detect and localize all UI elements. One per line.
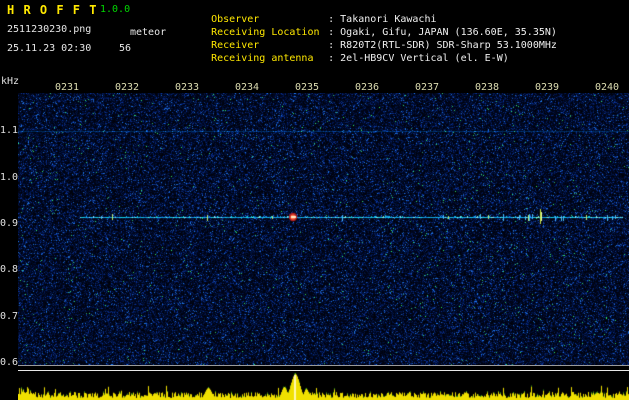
time-tick: 0239 [534,82,560,93]
freq-tick: 1.1 [0,125,19,136]
time-tick: 0234 [234,82,260,93]
app-version: 1.0.0 [100,4,131,15]
freq-axis-unit: kHz [1,76,20,87]
freq-tick: 1.0 [0,171,19,183]
hrofft-window: H R O F F T 1.0.0 2511230230.png meteor … [0,0,629,400]
time-tick: 0240 [594,82,620,93]
info-row: Receiving antenna:2el-HB9CV Vertical (el… [175,42,509,75]
freq-tick: 0.7 [0,310,19,322]
freq-tick: 0.9 [0,218,19,229]
time-tick: 0235 [294,82,320,93]
time-tick: 0238 [474,82,500,93]
spectrogram-canvas [18,93,629,365]
time-tick: 0232 [114,82,140,93]
info-separator: : [328,53,335,64]
signal-level-canvas [18,372,629,400]
time-tick: 0231 [54,82,80,93]
separator-line-upper [18,365,629,366]
info-label: Receiving antenna [211,53,314,64]
datetime: 25.11.23 02:30 [7,43,92,54]
separator-line-lower [18,370,629,371]
time-tick: 0233 [174,82,200,93]
time-tick: 0237 [414,82,440,93]
echo-count: 56 [119,43,132,54]
info-value: 2el-HB9CV Vertical (el. E-W) [340,53,509,64]
app-title: H R O F F T [7,3,98,17]
mode-label: meteor [130,27,167,38]
time-tick: 0236 [354,82,380,93]
filename: 2511230230.png [7,24,92,35]
freq-tick: 0.6 [0,357,19,368]
freq-tick: 0.8 [0,264,19,275]
